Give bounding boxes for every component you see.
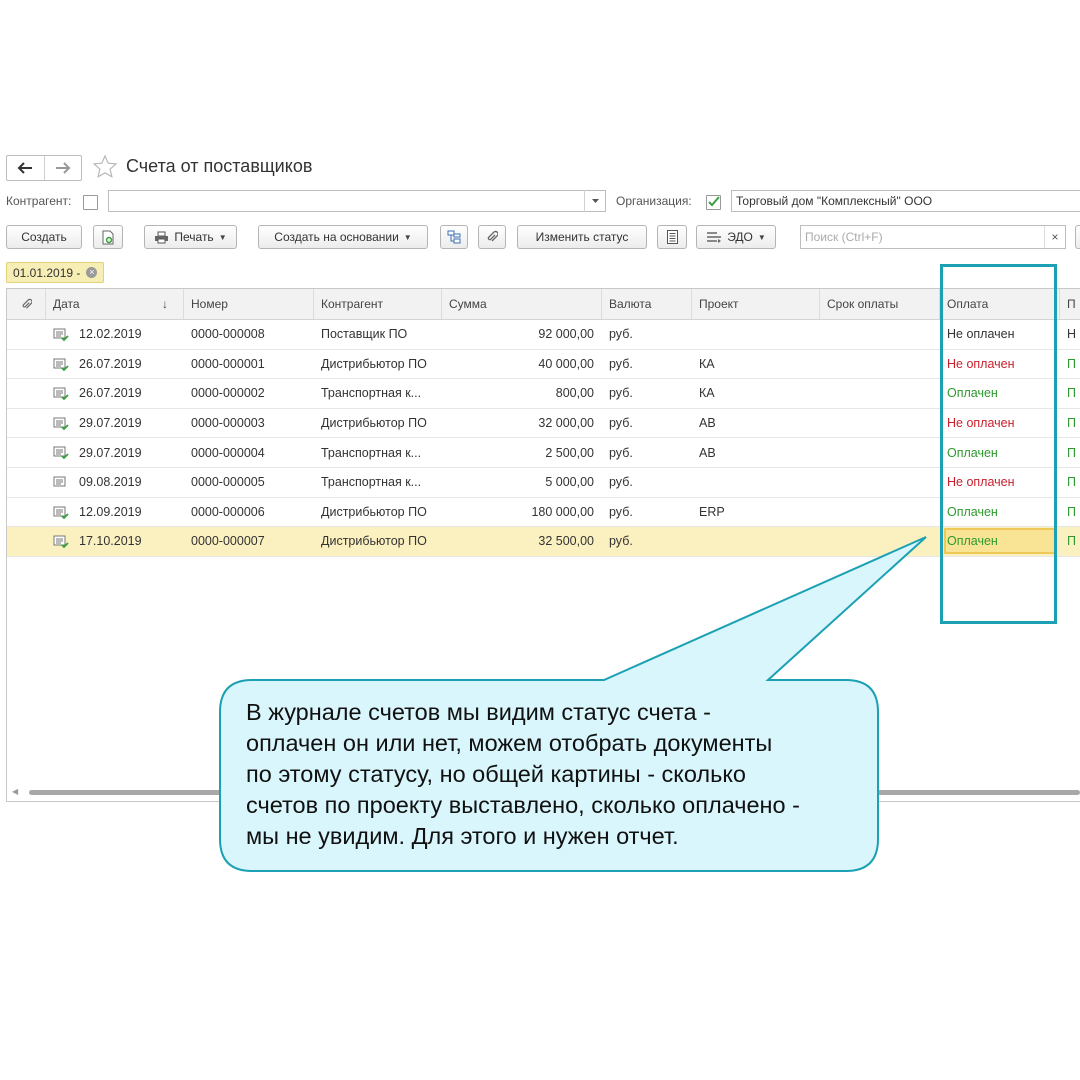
callout-line: счетов по проекту выставлено, сколько оп… (246, 792, 800, 818)
callout-line: по этому статусу, но общей картины - ско… (246, 761, 746, 787)
callout-line: оплачен он или нет, можем отобрать докум… (246, 730, 773, 756)
callout-line: мы не увидим. Для этого и нужен отчет. (246, 823, 679, 849)
callout-text: В журнале счетов мы видим статус счета -… (246, 697, 866, 852)
callout-line: В журнале счетов мы видим статус счета - (246, 699, 711, 725)
speech-bubble-shape (219, 536, 927, 872)
